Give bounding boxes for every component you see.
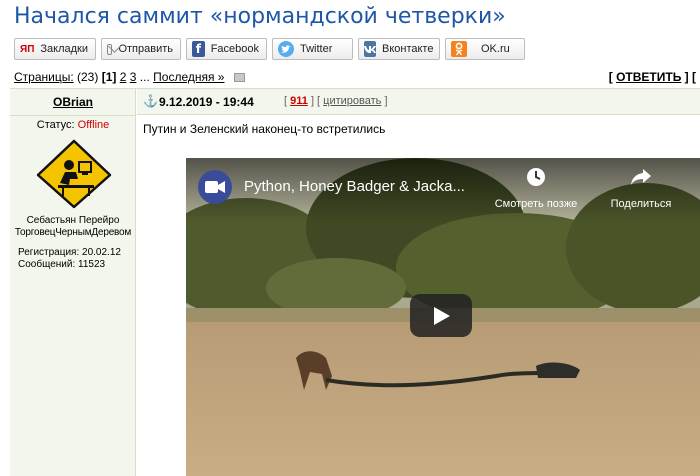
goto-page-icon[interactable] — [233, 73, 245, 83]
score-bracket-close: ] [ — [310, 95, 321, 107]
post-text: Путин и Зеленский наконец-то встретились — [143, 122, 386, 136]
play-button[interactable] — [410, 294, 472, 337]
registration-date: Регистрация: 20.02.12 — [18, 247, 121, 258]
reply-bracket-close: ] [ — [684, 70, 696, 84]
video-title[interactable]: Python, Honey Badger & Jacka... — [244, 178, 465, 195]
author-real-name: Себастьян Перейро — [26, 215, 120, 226]
pagination-bar: Страницы: (23) [1] 2 3 ... Последняя » [… — [14, 70, 700, 84]
send-mail-button[interactable]: Отправить — [101, 38, 181, 60]
facebook-button[interactable]: f Facebook — [186, 38, 267, 60]
post-meta-bar: ⚓ 9.12.2019 - 19:44 [ 911 ] [ цитировать… — [137, 89, 700, 115]
yandex-icon: ЯП — [20, 43, 35, 55]
pages-count: (23) — [77, 70, 99, 84]
avatar — [36, 139, 112, 209]
current-page: [1] — [101, 70, 117, 84]
watch-later-button[interactable]: Смотреть позже — [482, 166, 590, 210]
author-status: Статус: Offline — [10, 119, 136, 131]
odnoklassniki-label: OK.ru — [481, 43, 510, 55]
post-actions: [ 911 ] [ цитировать ] — [284, 95, 388, 107]
reply-button[interactable]: ОТВЕТИТЬ — [616, 70, 681, 84]
vk-icon — [364, 41, 376, 57]
author-sidebar: OBrian Статус: Offline Себастьян Перейро… — [10, 89, 136, 476]
twitter-label: Twitter — [300, 43, 333, 55]
post-datetime: 9.12.2019 - 19:44 — [159, 95, 254, 109]
send-mail-label: Отправить — [118, 43, 173, 55]
facebook-label: Facebook — [210, 43, 259, 55]
mail-icon — [107, 43, 113, 55]
vkontakte-button[interactable]: Вконтакте — [358, 38, 440, 60]
bookmarks-label: Закладки — [40, 43, 88, 55]
status-value: Offline — [77, 119, 110, 131]
page-title: Начался саммит «нормандской четверки» — [14, 4, 506, 29]
score-bracket-open: [ — [284, 95, 288, 107]
page-link-3[interactable]: 3 — [130, 70, 137, 84]
forum-post: OBrian Статус: Offline Себастьян Перейро… — [10, 88, 700, 476]
reply-bracket-open: [ — [608, 70, 613, 84]
video-share-button[interactable]: Поделиться — [596, 166, 686, 210]
odnoklassniki-icon — [451, 41, 467, 57]
bookmarks-button[interactable]: ЯП Закладки — [14, 38, 96, 60]
reply-control: [ ОТВЕТИТЬ ] [ — [609, 70, 696, 84]
message-count: Сообщений: 11523 — [18, 259, 106, 270]
embedded-video[interactable]: Python, Honey Badger & Jacka... Смотреть… — [186, 158, 700, 476]
pages-ellipsis: ... — [139, 70, 150, 84]
last-page-link[interactable]: Последняя » — [153, 70, 224, 84]
twitter-button[interactable]: Twitter — [272, 38, 353, 60]
vkontakte-label: Вконтакте — [382, 43, 434, 55]
post-body: ⚓ 9.12.2019 - 19:44 [ 911 ] [ цитировать… — [137, 89, 700, 476]
watch-later-label: Смотреть позже — [494, 198, 578, 210]
quote-button[interactable]: цитировать — [323, 95, 381, 107]
share-toolbar: ЯП Закладки Отправить f Facebook Twitter… — [14, 38, 525, 60]
odnoklassniki-button[interactable]: OK.ru — [445, 38, 525, 60]
clock-icon — [527, 168, 545, 186]
share-arrow-icon — [631, 169, 651, 185]
post-anchor-icon[interactable]: ⚓ — [143, 94, 158, 108]
twitter-icon — [278, 41, 294, 57]
pages-label[interactable]: Страницы: — [14, 70, 74, 84]
page-link-2[interactable]: 2 — [120, 70, 127, 84]
author-title: ТорговецЧернымДеревом — [14, 227, 132, 238]
author-name[interactable]: OBrian — [10, 95, 136, 109]
video-share-label: Поделиться — [610, 198, 672, 210]
status-label: Статус: — [36, 119, 75, 131]
facebook-icon: f — [192, 41, 205, 57]
post-score[interactable]: 911 — [290, 95, 308, 107]
play-icon — [434, 306, 450, 325]
quote-bracket-close: ] — [384, 95, 388, 107]
channel-icon[interactable] — [198, 170, 232, 204]
author-divider — [10, 115, 136, 116]
